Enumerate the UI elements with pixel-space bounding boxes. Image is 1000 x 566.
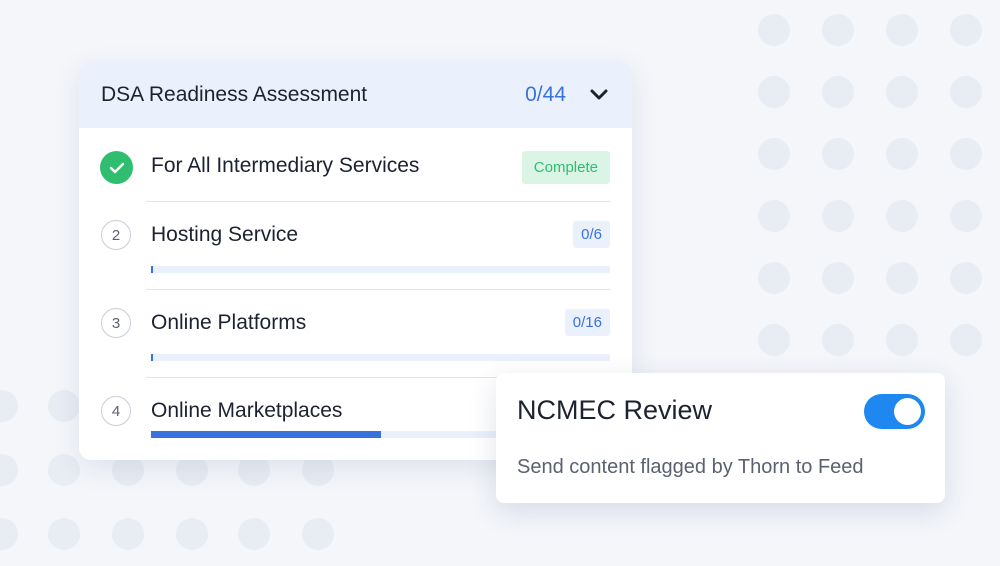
ncmec-title: NCMEC Review [517,395,713,425]
progress-track [151,266,610,273]
ncmec-review-card: NCMEC Review Send content flagged by Tho… [496,373,945,503]
ncmec-description: Send content flagged by Thorn to Feed [517,456,864,478]
section-intermediary-services[interactable]: For All Intermediary Services Complete [79,128,632,202]
progress-fill [151,431,381,438]
count-badge: 0/6 [573,221,610,248]
section-title: Online Platforms [151,311,307,334]
section-hosting-service[interactable]: 2 Hosting Service 0/6 [79,202,632,290]
check-icon [100,151,133,184]
section-online-platforms[interactable]: 3 Online Platforms 0/16 [79,290,632,378]
status-badge: Complete [521,151,610,184]
assessment-count: 0/44 [525,83,566,106]
toggle-knob [894,398,921,425]
progress-fill [151,266,154,273]
progress-fill [151,354,154,361]
step-number: 2 [101,220,131,250]
step-number: 4 [101,396,131,426]
chevron-down-icon[interactable] [590,86,608,104]
ncmec-review-toggle[interactable] [864,394,925,429]
count-badge: 0/16 [564,309,610,336]
progress-track [151,354,610,361]
assessment-title: DSA Readiness Assessment [101,83,368,106]
section-title: Online Marketplaces [151,399,343,422]
step-number: 3 [101,308,131,338]
section-title: Hosting Service [151,223,299,246]
assessment-header[interactable]: DSA Readiness Assessment 0/44 [79,62,632,128]
section-title: For All Intermediary Services [151,154,420,177]
